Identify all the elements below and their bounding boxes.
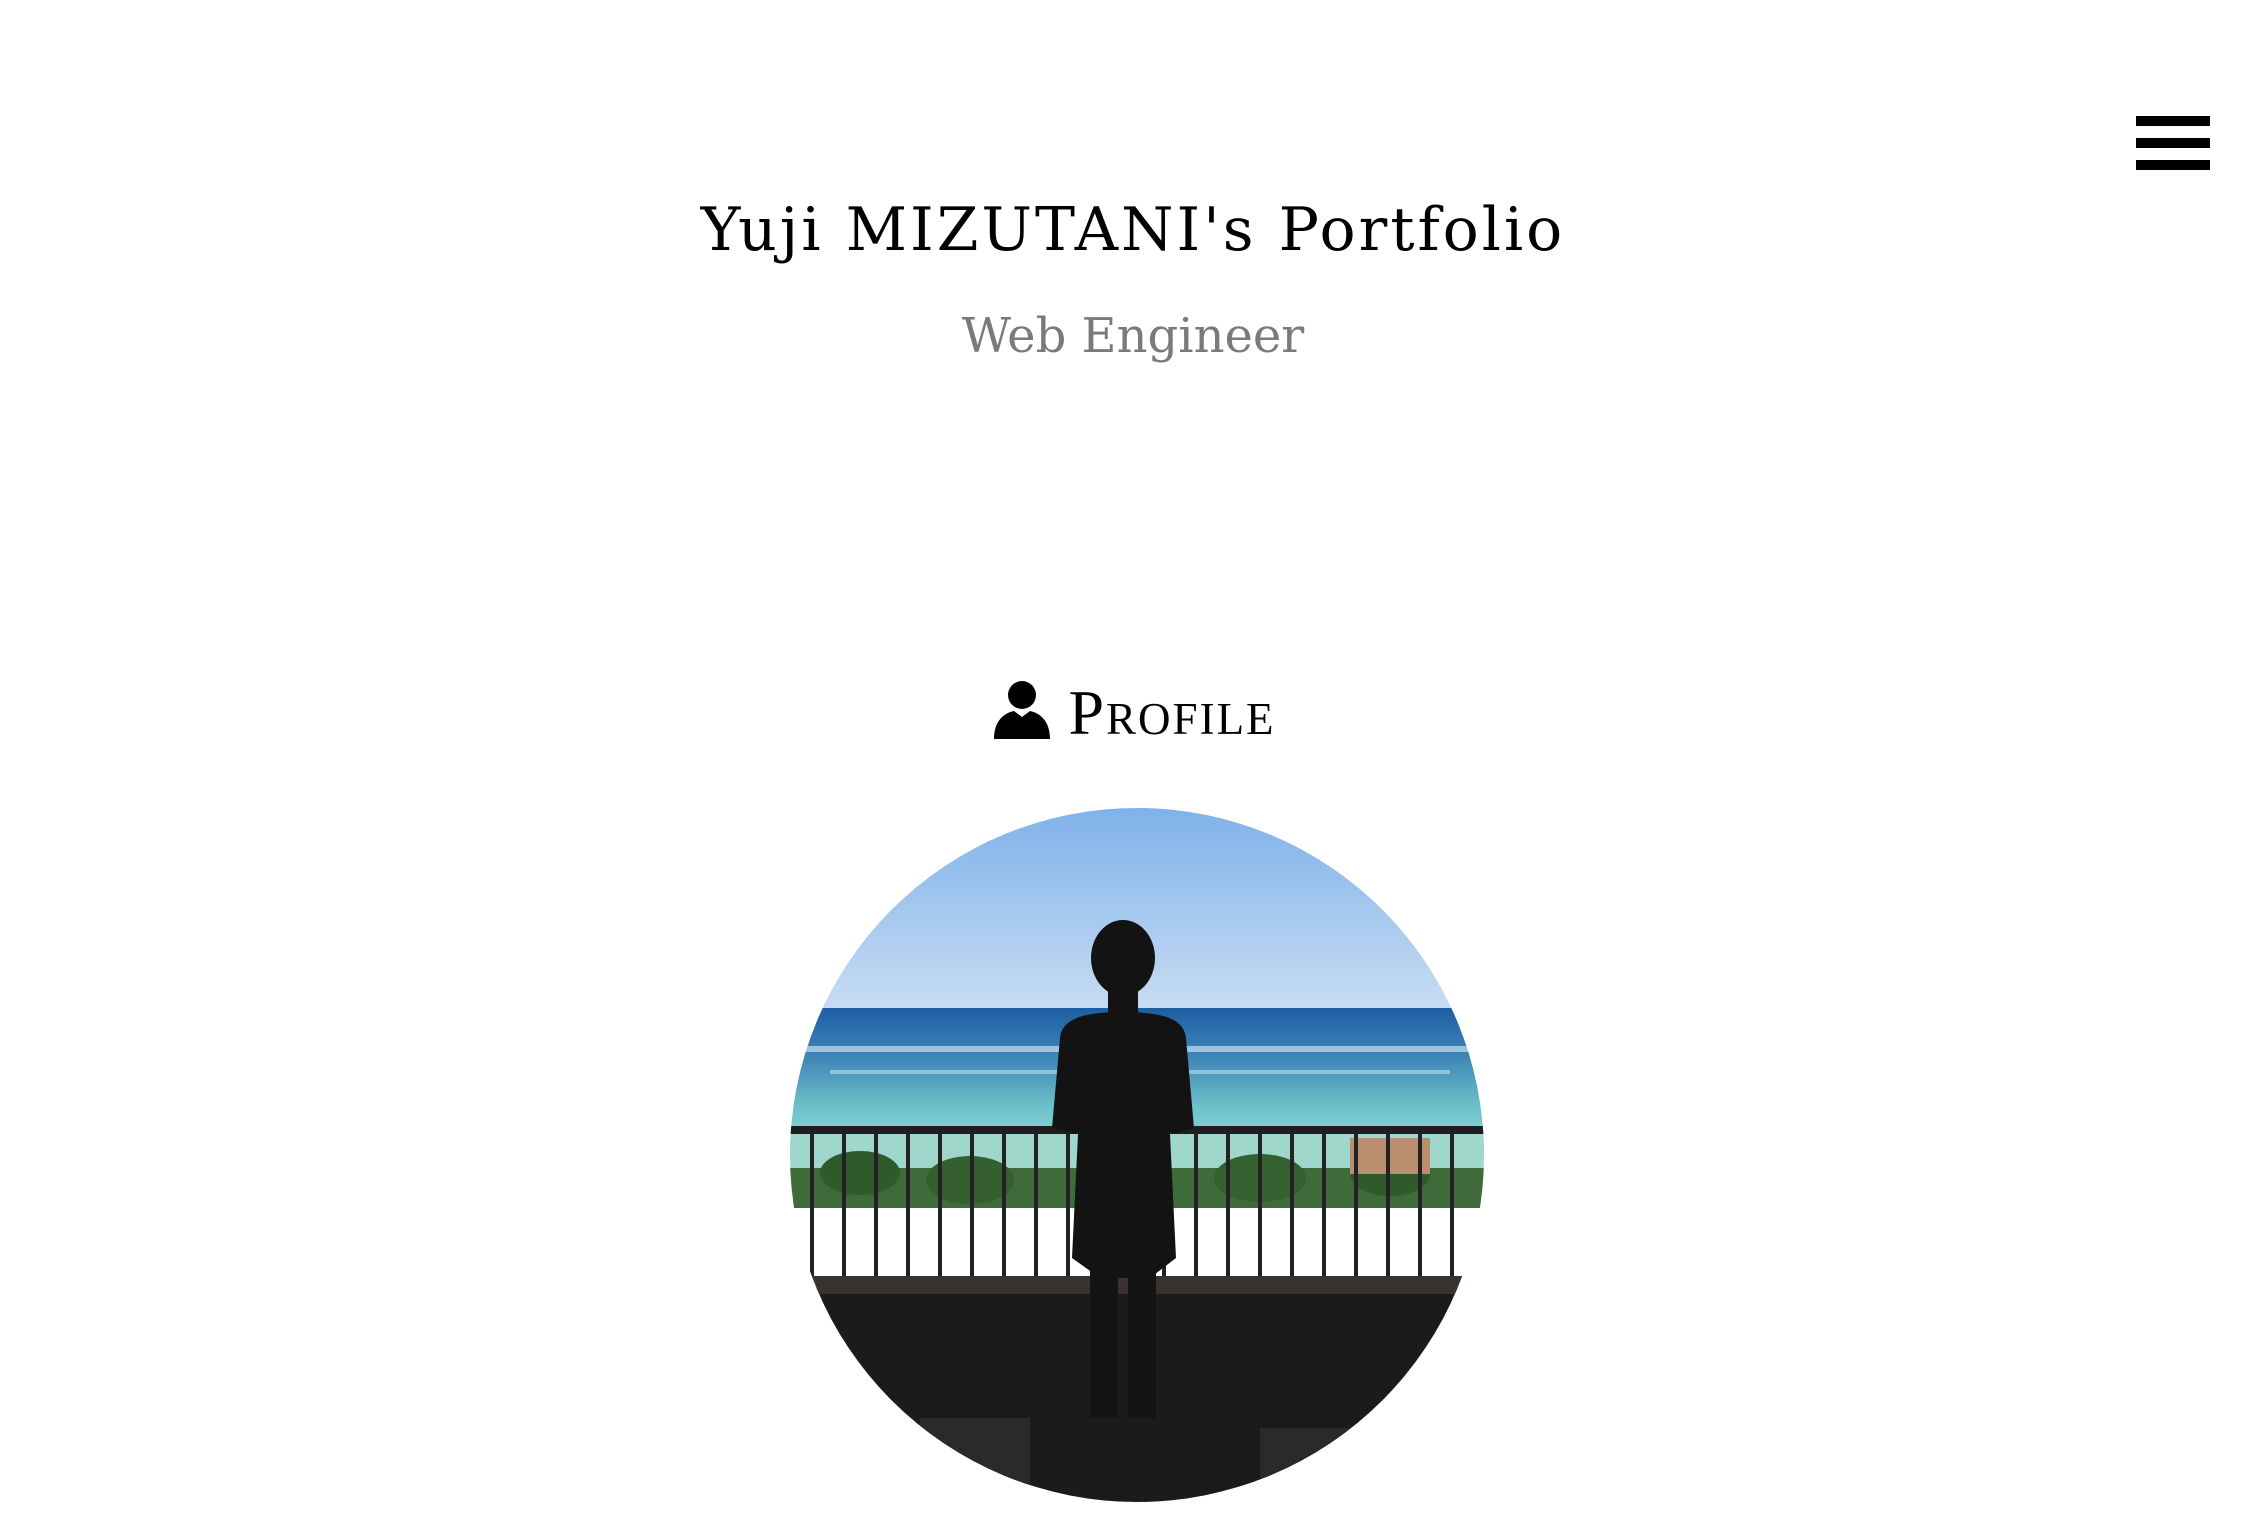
hamburger-menu-icon[interactable] [2136, 112, 2210, 174]
profile-photo-image [790, 808, 1484, 1502]
menu-bar-bottom [2136, 160, 2210, 170]
menu-bar-top [2136, 116, 2210, 126]
user-icon [994, 681, 1051, 739]
profile-section-heading: Profile [0, 668, 2266, 758]
profile-heading-label: Profile [1068, 677, 1276, 748]
menu-bar-middle [2136, 138, 2210, 148]
site-subtitle: Web Engineer [961, 308, 1305, 364]
profile-photo [790, 808, 1484, 1502]
site-title: Yuji MIZUTANI's Portfolio [700, 195, 1566, 265]
